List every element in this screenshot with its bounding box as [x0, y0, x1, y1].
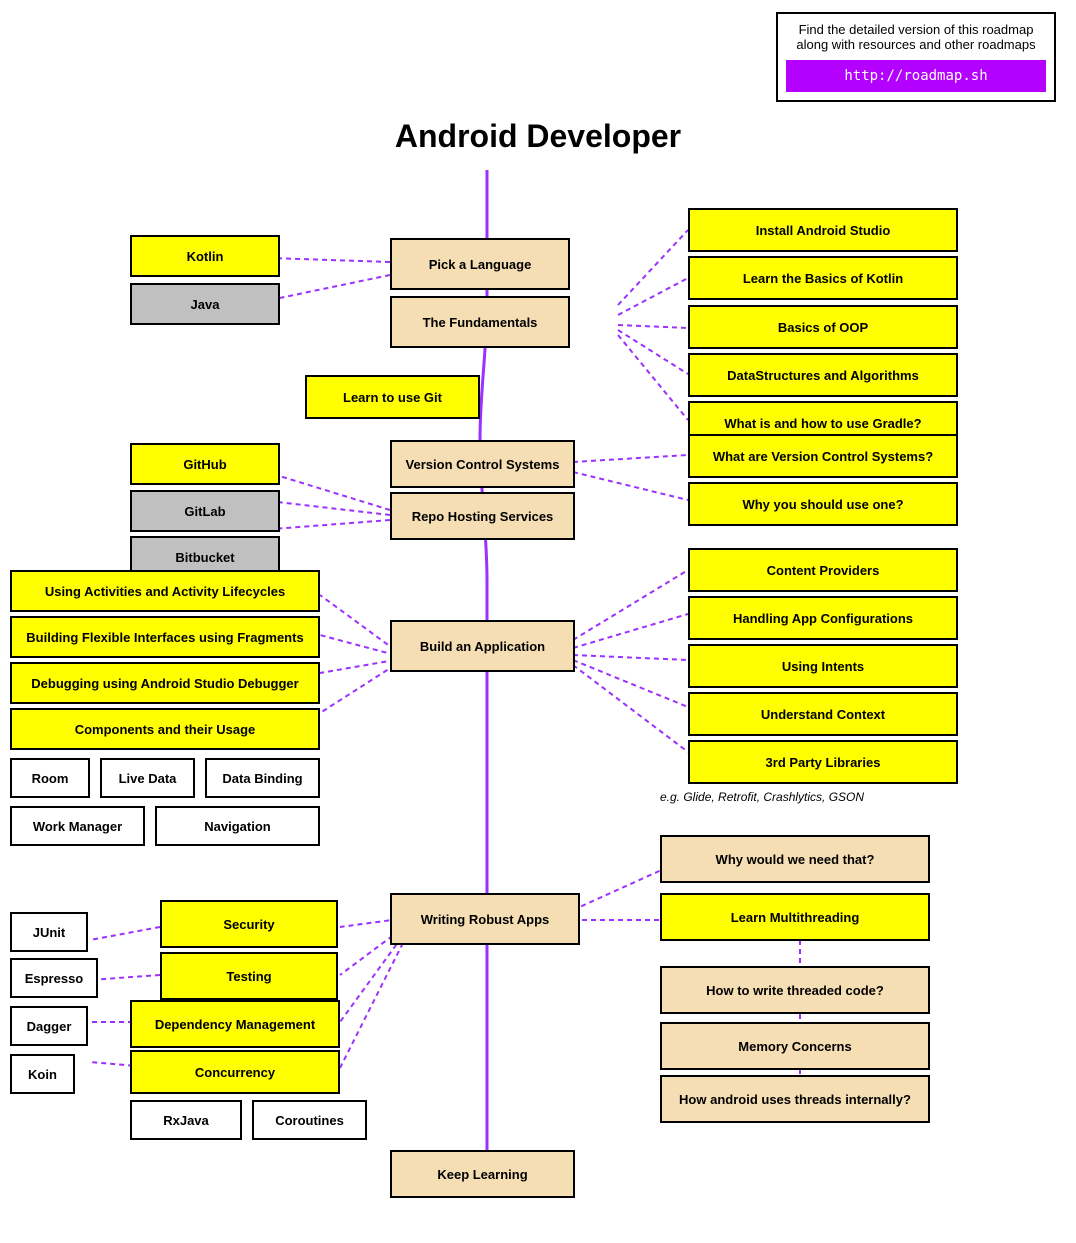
junit-node: JUnit	[10, 912, 88, 952]
learn-git-node: Learn to use Git	[305, 375, 480, 419]
third-party-node: 3rd Party Libraries	[688, 740, 958, 784]
data-structures-node: DataStructures and Algorithms	[688, 353, 958, 397]
info-box: Find the detailed version of this roadma…	[776, 12, 1056, 102]
android-threads-node: How android uses threads internally?	[660, 1075, 930, 1123]
repo-hosting-node: Repo Hosting Services	[390, 492, 575, 540]
coroutines-node: Coroutines	[252, 1100, 367, 1140]
threaded-code-node: How to write threaded code?	[660, 966, 930, 1014]
testing-node: Testing	[160, 952, 338, 1000]
debugging-node: Debugging using Android Studio Debugger	[10, 662, 320, 704]
build-app-node: Build an Application	[390, 620, 575, 672]
gitlab-node: GitLab	[130, 490, 280, 532]
what-vcs-node: What are Version Control Systems?	[688, 434, 958, 478]
third-party-note: e.g. Glide, Retrofit, Crashlytics, GSON	[660, 790, 864, 804]
fundamentals-node: The Fundamentals	[390, 296, 570, 348]
vcs-node: Version Control Systems	[390, 440, 575, 488]
writing-robust-node: Writing Robust Apps	[390, 893, 580, 945]
navigation-node: Navigation	[155, 806, 320, 846]
using-intents-node: Using Intents	[688, 644, 958, 688]
content-providers-node: Content Providers	[688, 548, 958, 592]
handling-app-node: Handling App Configurations	[688, 596, 958, 640]
info-box-text: Find the detailed version of this roadma…	[786, 22, 1046, 52]
espresso-node: Espresso	[10, 958, 98, 998]
page-title: Android Developer	[0, 118, 1076, 155]
fragments-node: Building Flexible Interfaces using Fragm…	[10, 616, 320, 658]
rxjava-node: RxJava	[130, 1100, 242, 1140]
why-need-node: Why would we need that?	[660, 835, 930, 883]
java-node: Java	[130, 283, 280, 325]
components-node: Components and their Usage	[10, 708, 320, 750]
basics-oop-node: Basics of OOP	[688, 305, 958, 349]
kotlin-node: Kotlin	[130, 235, 280, 277]
learn-kotlin-node: Learn the Basics of Kotlin	[688, 256, 958, 300]
room-node: Room	[10, 758, 90, 798]
info-box-link[interactable]: http://roadmap.sh	[786, 60, 1046, 92]
livedata-node: Live Data	[100, 758, 195, 798]
github-node: GitHub	[130, 443, 280, 485]
workmanager-node: Work Manager	[10, 806, 145, 846]
koin-node: Koin	[10, 1054, 75, 1094]
activities-node: Using Activities and Activity Lifecycles	[10, 570, 320, 612]
databinding-node: Data Binding	[205, 758, 320, 798]
why-vcs-node: Why you should use one?	[688, 482, 958, 526]
dagger-node: Dagger	[10, 1006, 88, 1046]
concurrency-node: Concurrency	[130, 1050, 340, 1094]
memory-concerns-node: Memory Concerns	[660, 1022, 930, 1070]
understand-context-node: Understand Context	[688, 692, 958, 736]
learn-multithreading-node: Learn Multithreading	[660, 893, 930, 941]
keep-learning-node: Keep Learning	[390, 1150, 575, 1198]
pick-language-node: Pick a Language	[390, 238, 570, 290]
dependency-node: Dependency Management	[130, 1000, 340, 1048]
install-android-node: Install Android Studio	[688, 208, 958, 252]
security-node: Security	[160, 900, 338, 948]
